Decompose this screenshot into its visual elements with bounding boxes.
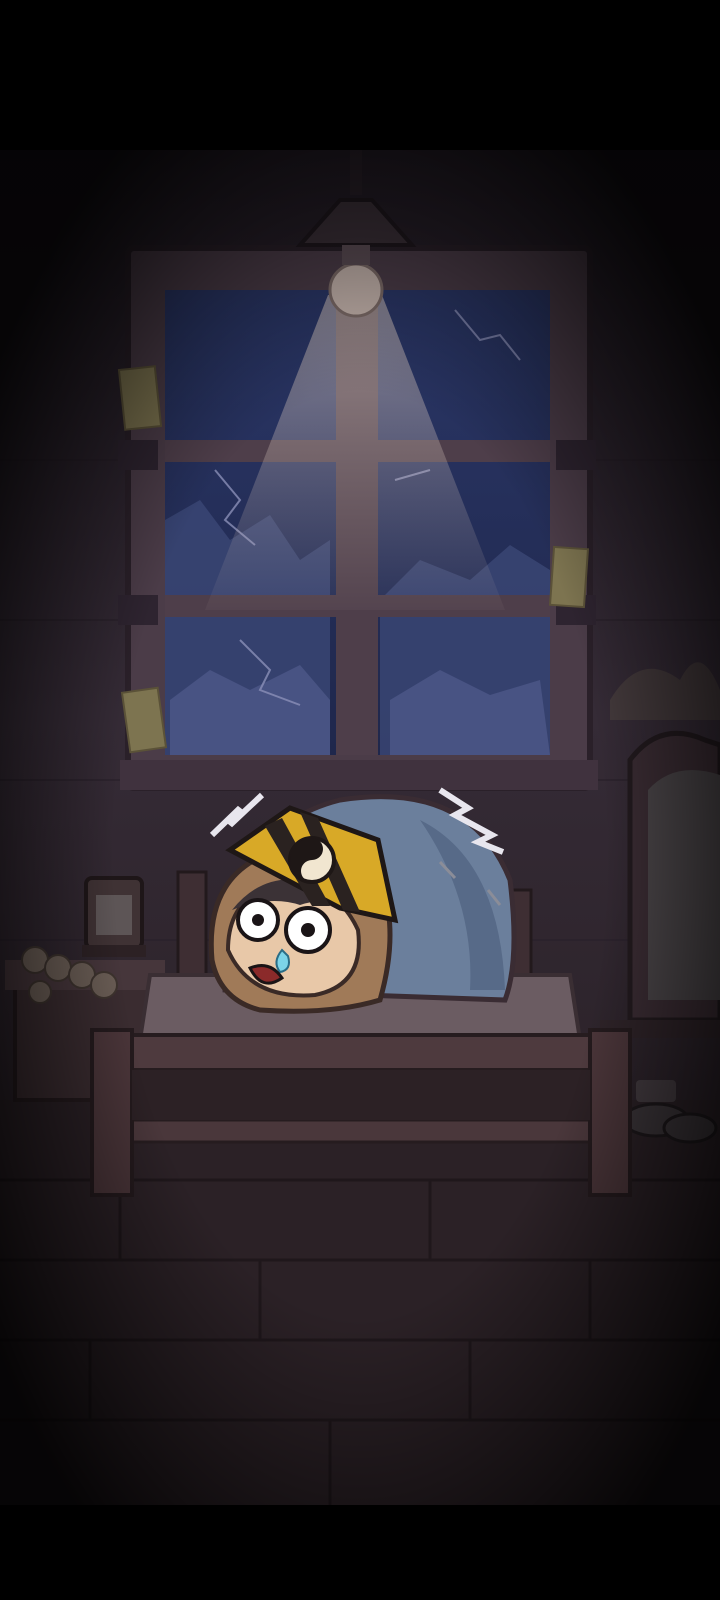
bedroom-scene[interactable] <box>0 0 720 1600</box>
letterbox-top <box>0 0 720 150</box>
game-screen[interactable] <box>0 0 720 1600</box>
letterbox-bottom <box>0 1505 720 1600</box>
vignette-overlay <box>0 150 720 1505</box>
